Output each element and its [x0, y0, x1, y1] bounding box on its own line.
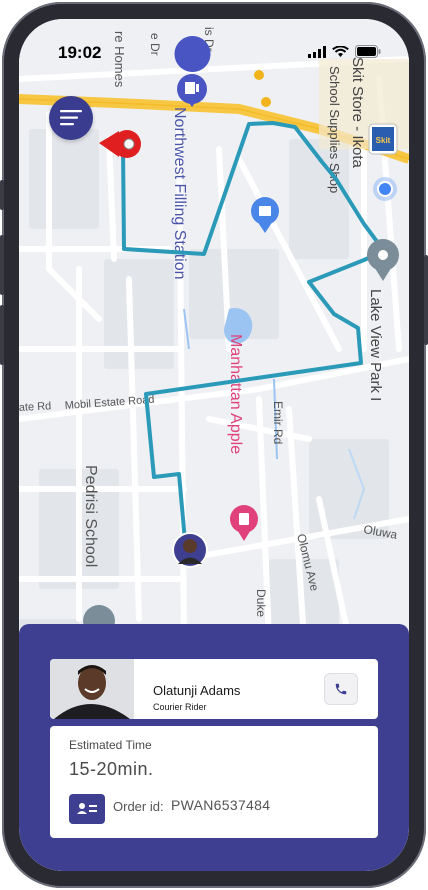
order-id-label: Order id:: [113, 799, 164, 814]
label-duke: Duke: [254, 589, 268, 617]
call-rider-button[interactable]: [324, 673, 358, 705]
rider-photo-icon: [50, 659, 134, 719]
screen: re Homes e Dr is Dr Northwest Filling St…: [19, 19, 409, 871]
power-button: [424, 255, 428, 345]
signal-icon: [308, 45, 326, 58]
label-estate: ate Rd: [19, 400, 52, 414]
order-id-value: PWAN6537484: [171, 797, 271, 813]
volume-down-button: [0, 305, 4, 365]
status-bar: 19:02: [19, 19, 409, 79]
skit-shop-badge-icon[interactable]: Skit: [368, 123, 398, 155]
wifi-icon: [332, 45, 349, 57]
menu-button[interactable]: [49, 96, 93, 140]
estimated-time-value: 15-20min.: [69, 759, 154, 779]
label-manhattan: Manhattan Apple: [227, 334, 244, 454]
svg-text:Skit: Skit: [376, 136, 391, 145]
phone-icon: [335, 683, 347, 695]
label-lake-view: Lake View Park I: [367, 289, 384, 401]
menu-lines-icon: [60, 110, 82, 126]
side-button: [0, 180, 4, 210]
id-card-glyph: [75, 800, 99, 818]
rider-map-avatar[interactable]: [172, 532, 208, 568]
rider-name: Olatunji Adams: [153, 683, 241, 698]
status-time: 19:02: [58, 43, 102, 62]
estimate-card: Estimated Time 15-20min. Order id: PWAN6…: [50, 726, 378, 838]
highway-marker-icon-2: [261, 97, 271, 107]
estimated-time-label: Estimated Time: [69, 738, 152, 752]
label-pedrisi: Pedrisi School: [82, 465, 99, 567]
battery-icon: [355, 45, 381, 58]
rider-card[interactable]: Olatunji Adams Courier Rider: [50, 659, 378, 719]
delivery-panel: Olatunji Adams Courier Rider Estimated T…: [19, 624, 409, 871]
status-icons: [308, 45, 381, 58]
label-emir: Emir Rd: [271, 401, 285, 444]
volume-up-button: [0, 235, 4, 295]
user-location-icon: [377, 181, 393, 197]
rider-avatar: [50, 659, 134, 719]
id-card-icon: [69, 794, 105, 824]
rider-role: Courier Rider: [153, 702, 207, 712]
